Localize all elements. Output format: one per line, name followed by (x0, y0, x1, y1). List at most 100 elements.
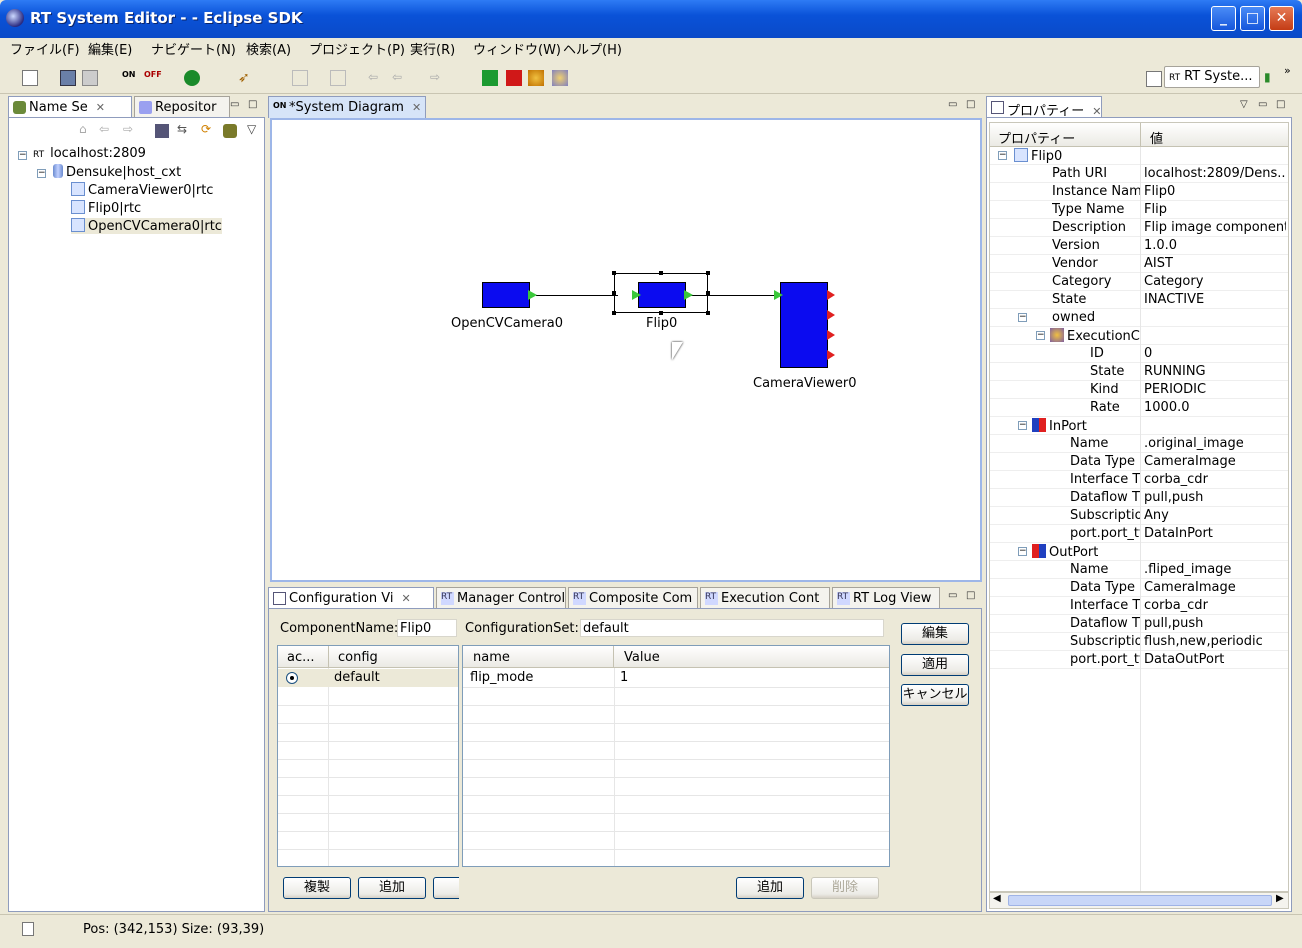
property-row[interactable]: Dataflow Tpull,push (990, 615, 1288, 633)
tree-context[interactable]: Densuke|host_cxt (53, 164, 181, 180)
rtc-cameraviewer0[interactable] (780, 282, 828, 368)
tree-item-selected[interactable]: OpenCVCamera0|rtc (71, 218, 222, 234)
property-row[interactable]: Category Category (990, 273, 1288, 291)
java-perspective-icon[interactable]: ▮ (1264, 70, 1280, 86)
tab-manager-control[interactable]: RT Manager Control (436, 587, 566, 609)
apply-button[interactable]: 適用 (901, 654, 969, 676)
scroll-right-icon[interactable]: ▶ (1276, 893, 1284, 904)
delete-param-button[interactable]: 削除 (811, 877, 879, 899)
property-row[interactable]: Description Flip image component (990, 219, 1288, 237)
minimize-icon[interactable]: ▭ (948, 590, 957, 601)
property-row-inport[interactable]: − InPort (990, 417, 1288, 435)
deactivate-icon[interactable] (506, 70, 522, 86)
property-row[interactable]: ID 0 (990, 345, 1288, 363)
tree-item[interactable]: Flip0|rtc (71, 200, 141, 216)
tree-item[interactable]: CameraViewer0|rtc (71, 182, 213, 198)
table-row[interactable]: default (278, 669, 458, 687)
property-row[interactable]: Interface Tcorba_cdr (990, 597, 1288, 615)
service-port-icon[interactable] (827, 330, 835, 340)
property-row[interactable]: Subscriptio flush,new,periodic (990, 633, 1288, 651)
connector[interactable] (536, 295, 618, 296)
activate-icon[interactable] (482, 70, 498, 86)
service-port-icon[interactable] (827, 350, 835, 360)
property-row[interactable]: Path URI localhost:2809/Dens... (990, 165, 1288, 183)
stop-icon[interactable] (552, 70, 568, 86)
property-row-root[interactable]: − Flip0 (990, 147, 1288, 165)
property-row[interactable]: port.port_ty DataInPort (990, 525, 1288, 543)
new-icon[interactable] (22, 70, 38, 86)
close-tab-icon[interactable]: ✕ (402, 592, 411, 605)
home-icon[interactable]: ⌂ (79, 122, 87, 136)
column-header[interactable]: name (473, 650, 510, 665)
menu-help[interactable]: ヘルプ(H) (563, 39, 622, 58)
wand-icon[interactable]: ➶ (238, 70, 254, 86)
configuration-set-field[interactable]: default (580, 619, 884, 637)
view-menu-icon[interactable]: ▽ (1240, 99, 1248, 110)
minimize-icon[interactable]: ▭ (230, 99, 239, 110)
service-port-icon[interactable] (827, 290, 835, 300)
search-icon[interactable] (184, 70, 200, 86)
tab-name-service[interactable]: Name Se ✕ (8, 96, 132, 118)
property-row[interactable]: Name .fliped_image (990, 561, 1288, 579)
tree-host[interactable]: RT localhost:2809 (33, 146, 146, 161)
tab-system-diagram[interactable]: ON *System Diagram ✕ (268, 96, 426, 118)
scroll-thumb[interactable] (1008, 895, 1272, 906)
perspective-switcher[interactable]: RT RT Syste... (1164, 66, 1260, 88)
property-row[interactable]: Subscriptio Any (990, 507, 1288, 525)
collapse-toggle[interactable]: − (37, 169, 46, 178)
maximize-icon[interactable]: □ (966, 590, 975, 601)
property-row[interactable]: Data Type CameraImage (990, 579, 1288, 597)
close-tab-icon[interactable]: ✕ (412, 101, 421, 114)
rtc-flip0[interactable] (638, 282, 686, 308)
tab-configuration-view[interactable]: Configuration Vi ✕ (268, 587, 434, 609)
maximize-button[interactable]: □ (1240, 6, 1265, 31)
tab-execution-context[interactable]: RT Execution Cont (700, 587, 830, 609)
menu-navigate[interactable]: ナビゲート(N) (151, 39, 236, 58)
open-perspective-icon[interactable] (1146, 71, 1162, 87)
horizontal-scrollbar[interactable]: ◀ ▶ (989, 892, 1289, 909)
property-row[interactable]: Type Name Flip (990, 201, 1288, 219)
property-row[interactable]: Dataflow Tpull,push (990, 489, 1288, 507)
inport-icon[interactable] (632, 290, 641, 300)
resize-handle[interactable] (659, 271, 663, 275)
menu-search[interactable]: 検索(A) (246, 39, 291, 58)
property-row-ec[interactable]: − ExecutionC (990, 327, 1288, 345)
property-row[interactable]: Vendor AIST (990, 255, 1288, 273)
property-row[interactable]: Data Type CameraImage (990, 453, 1288, 471)
resize-handle[interactable] (706, 271, 710, 275)
active-radio[interactable] (286, 672, 298, 684)
delete-config-button[interactable]: 削 (433, 877, 459, 899)
close-button[interactable]: ✕ (1269, 6, 1294, 31)
property-row[interactable]: Name .original_image (990, 435, 1288, 453)
forward-icon[interactable]: ⇨ (430, 70, 446, 86)
back-icon[interactable]: ⇦ (392, 70, 408, 86)
property-row[interactable]: State INACTIVE (990, 291, 1288, 309)
view-menu-icon[interactable]: ▽ (247, 122, 256, 136)
last-edit-icon[interactable]: ⇦ (368, 70, 384, 86)
refresh-icon[interactable]: ⟳ (201, 122, 211, 136)
inport-icon[interactable] (774, 290, 783, 300)
tab-repository[interactable]: Repositor (134, 96, 230, 118)
minimize-icon[interactable]: ▭ (948, 99, 957, 110)
property-row[interactable]: Instance Nam Flip0 (990, 183, 1288, 201)
cancel-button[interactable]: キャンセル (901, 684, 969, 706)
property-row[interactable]: State RUNNING (990, 363, 1288, 381)
column-header[interactable]: 値 (1150, 128, 1163, 147)
property-row[interactable]: port.port_ty DataOutPort (990, 651, 1288, 669)
copy-button[interactable]: 複製 (283, 877, 351, 899)
column-header[interactable]: プロパティー (998, 128, 1075, 147)
add-param-button[interactable]: 追加 (736, 877, 804, 899)
filter-icon[interactable] (223, 124, 237, 138)
maximize-icon[interactable]: □ (248, 99, 257, 110)
service-port-icon[interactable] (827, 310, 835, 320)
back-icon[interactable]: ⇦ (99, 122, 109, 136)
off-icon[interactable]: OFF (144, 70, 162, 86)
column-header[interactable]: config (338, 650, 378, 665)
column-header[interactable]: ac... (287, 650, 315, 665)
next-annotation-icon[interactable] (292, 70, 308, 86)
property-row-owned[interactable]: − owned (990, 309, 1288, 327)
property-row[interactable]: Version 1.0.0 (990, 237, 1288, 255)
resize-handle[interactable] (706, 291, 710, 295)
menu-run[interactable]: 実行(R) (410, 39, 455, 58)
print-icon[interactable] (82, 70, 98, 86)
